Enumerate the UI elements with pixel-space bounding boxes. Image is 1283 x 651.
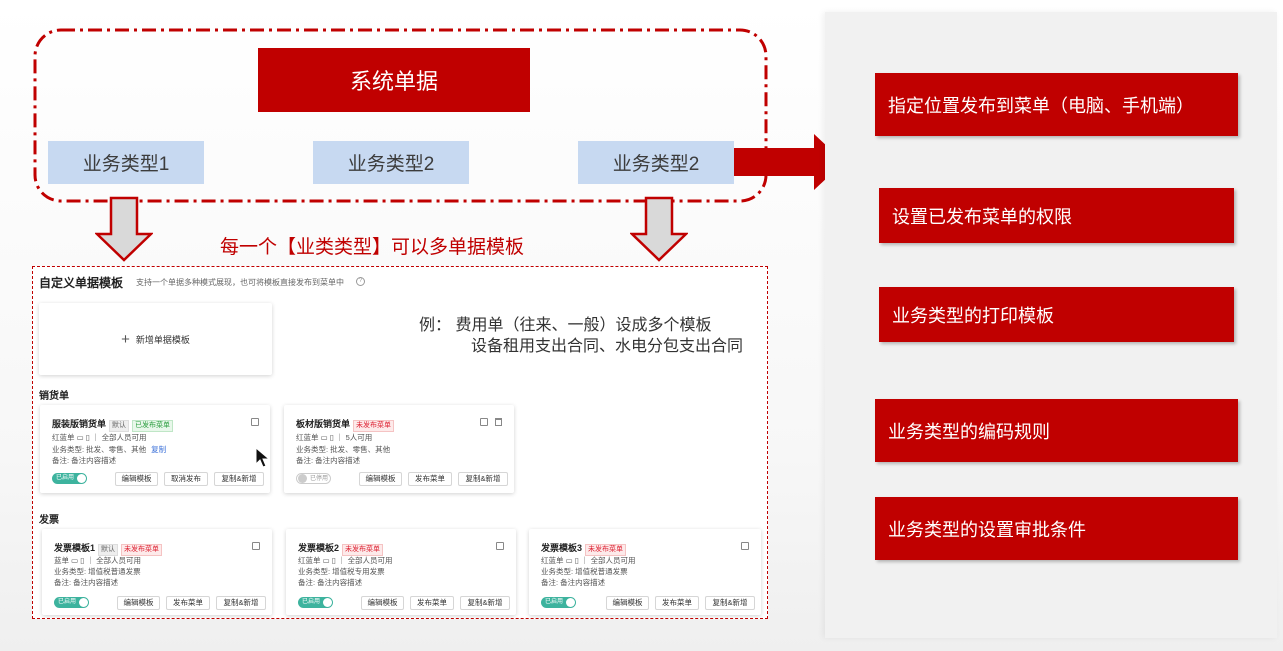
template-card[interactable]: 板材版销货单 未发布菜单 红蓝单 ▭ ▯ ｜ 5人可用 业务类型: 批发、零售、其… xyxy=(284,405,514,493)
feature-publish-menu: 指定位置发布到菜单（电脑、手机端） xyxy=(875,73,1238,136)
example-line-1: 例： 费用单（往来、一般）设成多个模板 xyxy=(419,317,712,334)
panel-title: 自定义单据模板 xyxy=(39,276,124,290)
publish-button[interactable]: 发布菜单 xyxy=(655,596,699,610)
copy-new-button[interactable]: 复制&新增 xyxy=(214,472,264,486)
enable-toggle[interactable]: 已启用 xyxy=(298,597,333,608)
down-arrow-icon xyxy=(95,196,153,262)
edit-icon[interactable] xyxy=(252,542,260,550)
card-remark: 备注: 备注内容描述 xyxy=(54,578,119,587)
section-title-sales: 销货单 xyxy=(39,391,69,402)
card-biz: 业务类型: 批发、零售、其他 xyxy=(296,445,391,454)
card-biz: 业务类型: 增值税普通发票 xyxy=(54,567,141,576)
unpublish-button[interactable]: 取消发布 xyxy=(164,472,208,486)
help-icon[interactable]: ? xyxy=(356,277,365,286)
business-type-box-1: 业务类型1 xyxy=(48,141,204,184)
enable-toggle[interactable]: 已启用 xyxy=(52,473,87,484)
card-source: 红蓝单 ▭ ▯ ｜ 全部人员可用 xyxy=(52,433,147,442)
copy-new-button[interactable]: 复制&新增 xyxy=(458,472,508,486)
publish-button[interactable]: 发布菜单 xyxy=(166,596,210,610)
add-template-card[interactable]: + 新增单据模板 xyxy=(39,303,272,375)
status-badge: 已发布菜单 xyxy=(132,420,174,432)
section-title-invoice: 发票 xyxy=(39,515,59,526)
enable-toggle[interactable]: 已启用 xyxy=(54,597,89,608)
example-line-2: 设备租用支出合同、水电分包支出合同 xyxy=(471,338,744,355)
publish-button[interactable]: 发布菜单 xyxy=(408,472,452,486)
plus-icon: + xyxy=(121,330,130,348)
enable-toggle[interactable]: 已启用 xyxy=(541,597,576,608)
card-biz: 业务类型: 增值税普通发票 xyxy=(541,567,628,576)
edit-icon[interactable] xyxy=(496,542,504,550)
edit-template-button[interactable]: 编辑模板 xyxy=(361,596,404,610)
card-name: 发票模板1 默认 未发布菜单 xyxy=(54,541,163,556)
edit-template-button[interactable]: 编辑模板 xyxy=(117,596,160,610)
publish-button[interactable]: 发布菜单 xyxy=(410,596,454,610)
card-name: 服装版销货单 默认 已发布菜单 xyxy=(52,417,174,432)
card-source: 蓝单 ▭ ▯ ｜ 全部人员可用 xyxy=(54,556,142,565)
down-arrow-icon xyxy=(630,196,688,262)
feature-coding-rule: 业务类型的编码规则 xyxy=(875,399,1238,462)
feature-print-template: 业务类型的打印模板 xyxy=(879,287,1234,342)
feature-approval-condition: 业务类型的设置审批条件 xyxy=(875,497,1238,560)
copy-new-button[interactable]: 复制&新增 xyxy=(460,596,510,610)
card-remark: 备注: 备注内容描述 xyxy=(52,456,117,465)
enable-toggle[interactable]: 已停用 xyxy=(296,473,331,484)
copy-new-button[interactable]: 复制&新增 xyxy=(216,596,266,610)
card-remark: 备注: 备注内容描述 xyxy=(541,578,606,587)
feature-menu-permission: 设置已发布菜单的权限 xyxy=(879,188,1234,243)
edit-template-button[interactable]: 编辑模板 xyxy=(606,596,649,610)
panel-subtitle: 支持一个单据多种模式展现，也可将模板直接发布到菜单中 xyxy=(136,278,344,287)
template-panel: 自定义单据模板 支持一个单据多种模式展现，也可将模板直接发布到菜单中 ? + 新… xyxy=(32,266,768,619)
edit-template-button[interactable]: 编辑模板 xyxy=(115,472,158,486)
card-name: 板材版销货单 未发布菜单 xyxy=(296,417,395,432)
card-source: 红蓝单 ▭ ▯ ｜ 5人可用 xyxy=(296,433,373,442)
card-remark: 备注: 备注内容描述 xyxy=(296,456,361,465)
add-template-label: 新增单据模板 xyxy=(135,334,190,345)
template-card[interactable]: 发票模板2 未发布菜单 红蓝单 ▭ ▯ ｜ 全部人员可用 业务类型: 增值税专用发… xyxy=(286,529,516,615)
card-source: 红蓝单 ▭ ▯ ｜ 全部人员可用 xyxy=(541,556,636,565)
edit-template-button[interactable]: 编辑模板 xyxy=(359,472,402,486)
default-badge: 默认 xyxy=(109,420,130,432)
edit-icon[interactable] xyxy=(251,418,259,426)
card-biz: 业务类型: 增值税专用发票 xyxy=(298,567,385,576)
card-biz: 业务类型: 批发、零售、其他 复制 xyxy=(52,445,167,454)
edit-icon[interactable] xyxy=(480,418,488,426)
copy-new-button[interactable]: 复制&新增 xyxy=(705,596,755,610)
template-note: 每一个【业类类型】可以多单据模板 xyxy=(220,237,525,258)
template-card[interactable]: 发票模板1 默认 未发布菜单 蓝单 ▭ ▯ ｜ 全部人员可用 业务类型: 增值税普通… xyxy=(42,529,272,615)
card-remark: 备注: 备注内容描述 xyxy=(298,578,363,587)
edit-icon[interactable] xyxy=(741,542,749,550)
trash-icon[interactable] xyxy=(495,418,502,426)
example-text: 例： 费用单（往来、一般）设成多个模板 设备租用支出合同、水电分包支出合同 xyxy=(419,315,743,357)
status-badge: 未发布菜单 xyxy=(353,420,395,432)
system-document-box: 系统单据 xyxy=(258,48,530,112)
business-type-box-2: 业务类型2 xyxy=(313,141,469,184)
mouse-cursor-icon xyxy=(255,447,271,468)
card-name: 发票模板2 未发布菜单 xyxy=(298,541,384,556)
card-source: 红蓝单 ▭ ▯ ｜ 全部人员可用 xyxy=(298,556,393,565)
template-card[interactable]: 服装版销货单 默认 已发布菜单 红蓝单 ▭ ▯ ｜ 全部人员可用 业务类型: 批发、… xyxy=(40,405,270,493)
card-name: 发票模板3 未发布菜单 xyxy=(541,541,627,556)
business-type-box-3: 业务类型2 xyxy=(578,141,734,184)
copy-link[interactable]: 复制 xyxy=(151,445,166,454)
template-card[interactable]: 发票模板3 未发布菜单 红蓝单 ▭ ▯ ｜ 全部人员可用 业务类型: 增值税普通发… xyxy=(529,529,761,615)
